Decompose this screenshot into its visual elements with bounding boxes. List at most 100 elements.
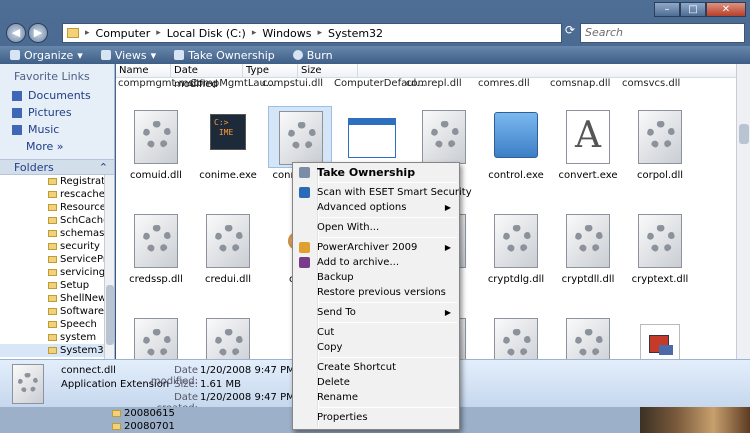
maximize-button[interactable]: □ [680, 2, 706, 17]
file-item[interactable] [336, 106, 408, 170]
file-item[interactable]: cryptext.dll [624, 210, 696, 285]
more-link[interactable]: More » [0, 138, 114, 155]
folder-tree-item[interactable]: Speech [0, 318, 105, 331]
file-item[interactable] [408, 106, 480, 170]
folder-tree-item[interactable]: rescache [0, 188, 105, 201]
search-input[interactable]: Search [580, 23, 745, 43]
menu-item-create-shortcut[interactable]: Create Shortcut [295, 360, 457, 375]
tree-scroll-thumb[interactable] [106, 285, 114, 345]
folder-tree-item[interactable]: Resources [0, 201, 105, 214]
breadcrumb-system32[interactable]: System32 [328, 27, 383, 40]
menu-item-copy[interactable]: Copy [295, 340, 457, 355]
folder-icon [112, 410, 121, 417]
menu-item-powerarchiver-2009[interactable]: PowerArchiver 2009 ▶ [295, 240, 457, 255]
file-item[interactable]: cryptdll.dll [552, 210, 624, 285]
background-folder-item[interactable]: 20080615 [0, 407, 200, 420]
file-label[interactable]: comsvcs.dll [622, 78, 680, 89]
column-name[interactable]: Name [116, 64, 171, 77]
folder-tree-item[interactable]: security [0, 240, 105, 253]
file-item[interactable] [120, 314, 192, 359]
window-app-icon [348, 118, 396, 158]
file-item[interactable]: cryptdlg.dll [480, 210, 552, 285]
file-item[interactable] [480, 314, 552, 359]
views-button[interactable]: Views ▾ [100, 49, 156, 62]
file-label[interactable]: compmgmt.msc [118, 78, 199, 89]
file-scroll-thumb[interactable] [739, 124, 749, 144]
file-icon-wrap: C:> IME [196, 106, 260, 168]
menu-item-rename[interactable]: Rename [295, 390, 457, 405]
menu-item-label: Open With... [317, 222, 380, 233]
folder-label: ShellNew [60, 293, 105, 304]
file-item[interactable]: credui.dll [192, 210, 264, 285]
file-item[interactable]: comuid.dll [120, 106, 192, 181]
file-item[interactable]: Aconvert.exe [552, 106, 624, 181]
file-item[interactable]: credssp.dll [120, 210, 192, 285]
menu-item-take-ownership[interactable]: Take Ownership [295, 165, 457, 180]
file-icon-wrap [628, 106, 692, 168]
menu-item-advanced-options[interactable]: Advanced options ▶ [295, 200, 457, 215]
breadcrumb-local-disk[interactable]: Local Disk (C:) [167, 27, 246, 40]
folder-tree-item[interactable]: system [0, 331, 105, 344]
file-item[interactable]: C:> IME conime.exe [192, 106, 264, 181]
folder-tree-item[interactable]: ShellNew [0, 292, 105, 305]
breadcrumb-computer[interactable]: Computer [96, 27, 151, 40]
folder-tree-item[interactable]: SoftwareDi [0, 305, 105, 318]
menu-item-cut[interactable]: Cut [295, 325, 457, 340]
refresh-icon[interactable]: ⟳ [565, 23, 579, 43]
file-label[interactable]: comres.dll [478, 78, 530, 89]
menu-item-restore-previous-versions[interactable]: Restore previous versions [295, 285, 457, 300]
breadcrumb-windows[interactable]: Windows [262, 27, 311, 40]
folder-tree-item[interactable]: servicing [0, 266, 105, 279]
address-bar[interactable]: ▸ Computer ▸ Local Disk (C:) ▸ Windows ▸… [62, 23, 562, 43]
organize-button[interactable]: Organize ▾ [10, 49, 83, 62]
menu-item-open-with[interactable]: Open With... [295, 220, 457, 235]
menu-separator [319, 182, 457, 183]
tree-scrollbar[interactable] [104, 175, 114, 365]
file-scrollbar[interactable] [736, 64, 750, 359]
navigation-bar: ◀ ▶ ▸ Computer ▸ Local Disk (C:) ▸ Windo… [0, 20, 750, 46]
close-button[interactable]: ✕ [706, 2, 746, 17]
column-size[interactable]: Size [298, 64, 358, 77]
column-date-modified[interactable]: Date modified [171, 64, 243, 90]
fav-documents[interactable]: Documents [0, 87, 114, 104]
menu-item-add-to-archive[interactable]: Add to archive... [295, 255, 457, 270]
menu-item-send-to[interactable]: Send To ▶ [295, 305, 457, 320]
file-item[interactable]: control.exe [480, 106, 552, 181]
file-label[interactable]: comsnap.dll [550, 78, 610, 89]
fav-music[interactable]: Music [0, 121, 114, 138]
back-button[interactable]: ◀ [6, 23, 26, 43]
menu-item-scan-with-eset-smart-security[interactable]: Scan with ESET Smart Security [295, 185, 472, 200]
details-file-name: connect.dll [61, 365, 116, 376]
burn-button[interactable]: Burn [292, 49, 333, 62]
folder-tree-item[interactable]: Registratio [0, 175, 105, 188]
dll-file-icon [134, 214, 178, 268]
fav-pictures[interactable]: Pictures [0, 104, 114, 121]
menu-separator [319, 322, 457, 323]
folder-tree-item[interactable]: Setup [0, 279, 105, 292]
folder-tree-item[interactable]: System32 [0, 344, 105, 357]
favorite-links-title: Favorite Links [14, 70, 90, 83]
file-item[interactable] [624, 314, 696, 359]
file-icon-wrap [484, 210, 548, 272]
dll-file-icon [206, 318, 250, 359]
background-folder-item[interactable]: 20080701 [0, 420, 200, 433]
file-label[interactable]: comrepl.dll [406, 78, 462, 89]
folder-tree-item[interactable]: ServiceProf [0, 253, 105, 266]
menu-item-backup[interactable]: Backup [295, 270, 457, 285]
folders-header[interactable]: Folders ⌃ [0, 159, 114, 175]
take-ownership-button[interactable]: Take Ownership [174, 49, 275, 62]
menu-item-properties[interactable]: Properties [295, 410, 457, 425]
menu-item-label: Take Ownership [317, 166, 416, 179]
forward-button[interactable]: ▶ [28, 23, 48, 43]
minimize-button[interactable]: – [654, 2, 680, 17]
folder-tree-item[interactable]: SchCache [0, 214, 105, 227]
file-item[interactable]: corpol.dll [624, 106, 696, 181]
column-type[interactable]: Type [243, 64, 298, 77]
file-label[interactable]: compstui.dll [262, 78, 323, 89]
file-item[interactable] [552, 314, 624, 359]
organize-icon [10, 50, 20, 60]
folder-tree-item[interactable]: schemas [0, 227, 105, 240]
file-item[interactable] [192, 314, 264, 359]
menu-item-delete[interactable]: Delete [295, 375, 457, 390]
details-date-created: 1/20/2008 9:47 PM [200, 392, 295, 403]
